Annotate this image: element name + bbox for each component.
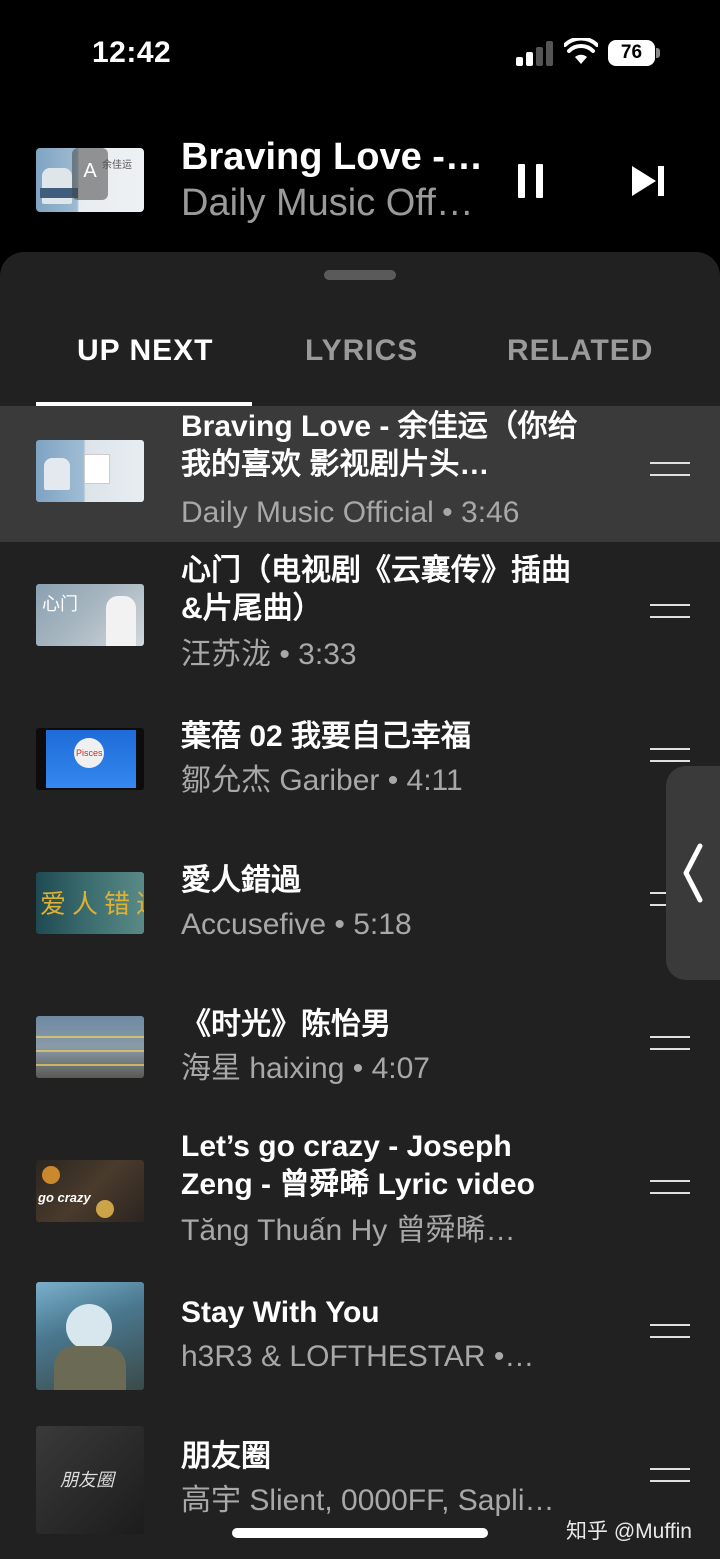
clock: 12:42 (92, 36, 172, 69)
thumbnail-text: 朋友圈 (60, 1470, 114, 1490)
track-thumbnail (36, 1016, 144, 1078)
queue-item[interactable]: Pisces 葉蓓 02 我要自己幸福 鄒允杰 Gariber • 4:11 (0, 694, 720, 830)
drag-handle-icon[interactable] (650, 604, 690, 618)
thumbnail-text: 心门 (42, 594, 78, 615)
wifi-icon (564, 38, 598, 64)
track-thumbnail: 心门 (36, 584, 144, 646)
drag-handle-icon[interactable] (650, 748, 690, 762)
queue-item[interactable]: 爱人错过 愛人錯過 Accusefive • 5:18 (0, 838, 720, 974)
thumbnail-text: 爱人错过 (40, 889, 144, 919)
track-title: 朋友圈 (181, 1440, 271, 1473)
thumbnail-text: go crazy (38, 1190, 91, 1205)
track-meta: Tăng Thuấn Hy 曾舜晞… (181, 1214, 516, 1247)
tab-related[interactable]: RELATED (507, 334, 653, 368)
queue-item[interactable]: go crazy Let’s go crazy - Joseph Zeng - … (0, 1126, 720, 1262)
track-title: Stay With You (181, 1296, 380, 1329)
track-meta: h3R3 & LOFTHESTAR •… (181, 1340, 535, 1373)
track-thumbnail: Pisces (36, 728, 144, 790)
queue-sheet: UP NEXT LYRICS RELATED Braving Love - 余佳… (0, 252, 720, 1559)
pause-button[interactable] (508, 156, 554, 206)
tab-up-next[interactable]: UP NEXT (77, 334, 213, 368)
track-title: Let’s go crazy - Joseph Zeng - 曾舜晞 Lyric… (181, 1130, 535, 1201)
side-panel-tab[interactable] (666, 766, 720, 980)
battery-icon: 76 (608, 40, 660, 66)
home-indicator[interactable] (232, 1528, 488, 1538)
track-title: 心门（电视剧《云襄传》插曲&片尾曲） (181, 554, 571, 625)
track-thumbnail (36, 440, 144, 502)
queue-item[interactable]: Braving Love - 余佳运（你给我的喜欢 影视剧片头… Daily M… (0, 406, 720, 542)
cellular-signal-icon (516, 40, 554, 66)
track-thumbnail (36, 1282, 144, 1390)
track-meta: Accusefive • 5:18 (181, 908, 412, 941)
status-bar: 12:42 76 (0, 0, 720, 110)
tab-lyrics[interactable]: LYRICS (305, 334, 418, 368)
chevron-left-icon (683, 843, 703, 903)
drag-handle-icon[interactable] (650, 1324, 690, 1338)
now-playing-artwork[interactable]: 余佳运 A (36, 148, 144, 212)
drag-handle-icon[interactable] (650, 1036, 690, 1050)
thumbnail-text: Pisces (76, 748, 103, 758)
track-thumbnail: 朋友圈 (36, 1426, 144, 1534)
track-thumbnail: go crazy (36, 1160, 144, 1222)
skip-next-icon[interactable] (622, 156, 674, 206)
track-title: Braving Love - 余佳运（你给我的喜欢 影视剧片头… (181, 410, 578, 481)
track-meta: 汪苏泷 • 3:33 (181, 638, 357, 671)
queue-item[interactable]: Stay With You h3R3 & LOFTHESTAR •… (0, 1270, 720, 1406)
drag-handle-icon[interactable] (650, 1468, 690, 1482)
queue-item[interactable]: 心门 心门（电视剧《云襄传》插曲&片尾曲） 汪苏泷 • 3:33 (0, 550, 720, 686)
artwork-overlay: A (72, 148, 108, 200)
now-playing-title: Braving Love -… (181, 136, 483, 178)
sheet-drag-handle[interactable] (324, 270, 396, 280)
track-title: 葉蓓 02 我要自己幸福 (181, 720, 472, 753)
watermark: 知乎 @Muffin (566, 1520, 692, 1543)
track-meta: 高宇 Slient, 0000FF, Sapli… (181, 1484, 555, 1517)
track-thumbnail: 爱人错过 (36, 872, 144, 934)
tab-bar: UP NEXT LYRICS RELATED (0, 322, 720, 406)
track-meta: Daily Music Official • 3:46 (181, 496, 520, 529)
drag-handle-icon[interactable] (650, 462, 690, 476)
track-meta: 海星 haixing • 4:07 (181, 1052, 430, 1085)
now-playing-artist: Daily Music Off… (181, 182, 474, 224)
drag-handle-icon[interactable] (650, 1180, 690, 1194)
queue-item[interactable]: 《时光》陈怡男 海星 haixing • 4:07 (0, 982, 720, 1118)
mini-player[interactable]: 余佳运 A Braving Love -… Daily Music Off… (0, 120, 720, 245)
track-title: 《时光》陈怡男 (181, 1008, 391, 1041)
track-title: 愛人錯過 (181, 864, 301, 897)
track-meta: 鄒允杰 Gariber • 4:11 (181, 764, 463, 797)
battery-level: 76 (608, 40, 655, 66)
